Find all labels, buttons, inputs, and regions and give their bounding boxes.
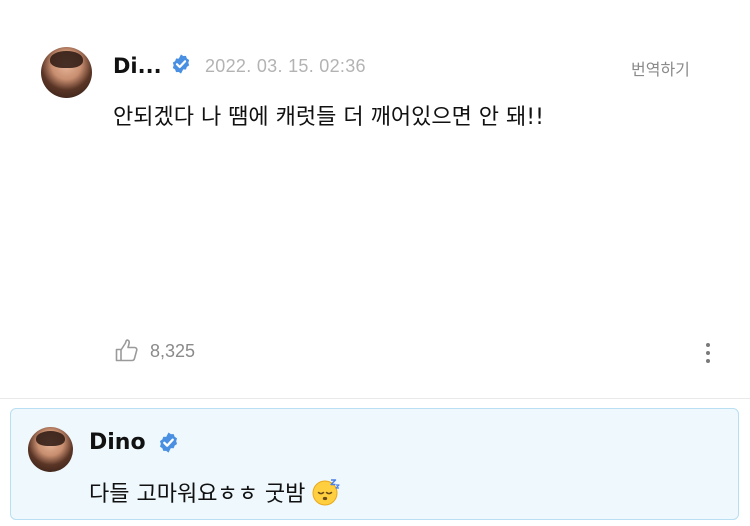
more-vertical-icon bbox=[706, 359, 710, 363]
sleeping-face-emoji bbox=[312, 479, 340, 506]
reply-author-name[interactable]: Dino bbox=[89, 430, 146, 455]
thumbs-up-icon bbox=[115, 339, 138, 362]
post-body-text: 안되겠다 나 땜에 캐럿들 더 깨어있으면 안 돼!! bbox=[113, 105, 544, 130]
post-card: Di... 2022. 03. 15. 02:36 번역하기 안되겠다 나 땜에… bbox=[0, 0, 750, 398]
like-count: 8,325 bbox=[150, 340, 196, 361]
post-timestamp: 2022. 03. 15. 02:36 bbox=[205, 56, 366, 76]
post-author-name[interactable]: Di... bbox=[113, 54, 162, 78]
verified-badge-icon bbox=[159, 432, 178, 453]
reply-body-text: 다들 고마워요ㅎㅎ 굿밤 bbox=[89, 482, 306, 507]
translate-button[interactable]: 번역하기 bbox=[631, 56, 690, 80]
more-vertical-icon bbox=[706, 351, 710, 355]
divider bbox=[0, 398, 750, 399]
more-vertical-icon bbox=[706, 343, 710, 347]
like-button[interactable]: 8,325 bbox=[114, 336, 195, 366]
reply-card[interactable]: Dino 다들 고마워요ㅎㅎ 굿밤 bbox=[10, 408, 739, 520]
verified-badge-icon bbox=[172, 54, 190, 74]
more-options-button[interactable] bbox=[698, 339, 718, 367]
reply-body: 다들 고마워요ㅎㅎ 굿밤 bbox=[89, 476, 341, 508]
author-avatar[interactable] bbox=[41, 47, 92, 98]
reply-author-avatar[interactable] bbox=[28, 427, 73, 472]
